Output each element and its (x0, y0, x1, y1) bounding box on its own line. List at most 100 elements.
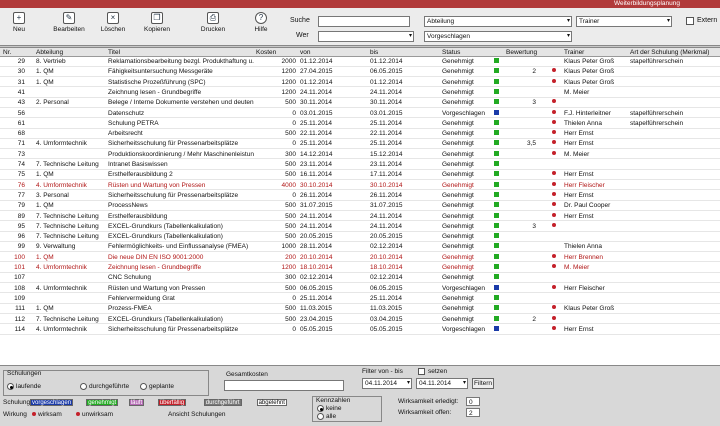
chevron-down-icon: ▾ (566, 33, 570, 39)
cell-bew: 3,5 (526, 140, 536, 148)
cell-nr: 100 (14, 253, 25, 261)
cell-nr: 31 (17, 78, 25, 86)
table-row[interactable]: 43 2. Personal Belege / Interne Dokumente … (0, 99, 720, 108)
table-row[interactable]: 112 7. Technische Leitung EXCEL-Grundkurs … (0, 315, 720, 325)
table-row[interactable]: 41 Zeichnung lesen - Grundbegriffe 1200 24.… (0, 88, 720, 98)
status-color-square (494, 181, 499, 187)
cell-von: 20.10.2014 (300, 253, 333, 261)
trainer-select[interactable]: Trainer ▾ (576, 16, 672, 27)
cell-status: Genehmigt (442, 58, 474, 65)
table-row[interactable]: 109 Fehlervermeidung Grat 0 25.11.2014 25.11… (0, 294, 720, 304)
kpi-radio-all[interactable] (317, 413, 324, 420)
col-header-art[interactable]: Art der Schulung (Merkmal) (630, 48, 709, 57)
table-row[interactable]: 31 1. QM Statistische Prozeßführung (SPC) 1… (0, 78, 720, 88)
cell-bis: 05.05.2015 (370, 325, 403, 333)
effectiveness-done-label: Wirksamkeit erledigt: (398, 398, 459, 405)
ineffective-dot (76, 412, 80, 416)
effect-dot-icon (552, 140, 556, 145)
cell-status: Genehmigt (442, 171, 474, 179)
cell-titel: Ersthelferausbildung (108, 212, 168, 220)
cell-kosten: 300 (285, 150, 296, 158)
table-row[interactable]: 77 3. Personal Sicherheitsschulung für Pre… (0, 191, 720, 201)
help-icon: ? (255, 12, 267, 24)
col-header-trainer[interactable]: Trainer (564, 48, 584, 57)
table-row[interactable]: 96 7. Technische Leitung EXCEL-Grundkurs (… (0, 233, 720, 242)
table-row[interactable]: 108 4. Umformtechnik Rüsten und Wartung vo… (0, 284, 720, 294)
col-header-nr[interactable]: Nr. (3, 48, 11, 57)
filter-button[interactable]: Filtern (472, 378, 494, 389)
filter-from-date[interactable]: 04.11.2014 ▾ (362, 378, 412, 389)
cell-bis: 30.10.2014 (370, 181, 403, 189)
cell-von: 11.03.2015 (300, 305, 333, 313)
table-row[interactable]: 100 1. QM Die neue DIN EN ISO 9001:2000 200… (0, 253, 720, 263)
cell-bis: 11.03.2015 (370, 305, 403, 313)
cell-status: Genehmigt (442, 78, 474, 86)
effect-dot-icon (552, 130, 556, 135)
new-button[interactable]: + Neu (2, 12, 36, 42)
table-row[interactable]: 71 4. Umformtechnik Sicherheitsschulung fü… (0, 140, 720, 150)
edit-button[interactable]: ✎ Bearbeiten (52, 12, 86, 42)
extern-checkbox[interactable] (686, 17, 694, 25)
chevron-down-icon: ▾ (666, 18, 670, 24)
table-row[interactable]: 75 1. QM Ersthelferausbildung 2 500 16.11.20… (0, 171, 720, 181)
radio-geplante[interactable] (140, 383, 147, 390)
table-row[interactable]: 79 1. QM ProcessNews 500 31.07.2015 31.07.201… (0, 202, 720, 211)
effect-dot-icon (552, 68, 556, 73)
status-select[interactable]: Vorgeschlagen ▾ (424, 31, 572, 42)
who-select[interactable]: ▾ (318, 31, 414, 42)
cell-von: 03.01.2015 (300, 109, 333, 117)
table-row[interactable]: 101 4. Umformtechnik Zeichnung lesen - Gru… (0, 264, 720, 273)
table-row[interactable]: 95 7. Technische Leitung EXCEL-Grundkurs (… (0, 222, 720, 232)
table-row[interactable]: 68 Arbeitsrecht 500 22.11.2014 22.11.2014 Gen… (0, 130, 720, 139)
filter-set-checkbox[interactable] (418, 368, 425, 375)
table-row[interactable]: 30 1. QM Fähigkeitsuntersuchung Messgeräte… (0, 68, 720, 78)
cell-trainer: Herr Ernst (564, 212, 594, 220)
cell-von: 23.04.2015 (300, 315, 333, 323)
cell-kosten: 500 (285, 171, 296, 179)
filter-to-date[interactable]: 04.11.2014 ▾ (416, 378, 468, 389)
col-header-bis[interactable]: bis (370, 48, 378, 57)
table-row[interactable]: 107 CNC Schulung 300 02.12.2014 02.12.2014 Ge… (0, 274, 720, 284)
cell-trainer: Klaus Peter Groß (564, 58, 615, 65)
cell-status: Vorgeschlagen (442, 109, 486, 117)
edit-icon: ✎ (63, 12, 75, 24)
col-header-titel[interactable]: Titel (108, 48, 120, 57)
cell-kosten: 0 (292, 325, 296, 333)
radio-laufende[interactable] (7, 383, 14, 390)
cell-art: stapelführerschein (630, 119, 684, 127)
table-row[interactable]: 89 7. Technische Leitung Ersthelferausbild… (0, 212, 720, 222)
table-row[interactable]: 99 9. Verwaltung Fehlermöglichkeits- und E… (0, 243, 720, 253)
cell-von: 18.10.2014 (300, 264, 333, 271)
col-header-bewertung[interactable]: Bewertung (506, 48, 537, 57)
cell-status: Genehmigt (442, 212, 474, 220)
table-row[interactable]: 73 Produktionskoordinierung / Mehr Maschi… (0, 150, 720, 160)
kpi-radio-none[interactable] (317, 405, 324, 412)
status-color-square (494, 212, 499, 218)
delete-button[interactable]: × Löschen (96, 12, 130, 42)
col-header-abteilung[interactable]: Abteilung (36, 48, 63, 57)
col-header-status[interactable]: Status (442, 48, 460, 57)
cell-kosten: 500 (285, 233, 296, 241)
cell-abt: 1. QM (36, 171, 54, 179)
table-row[interactable]: 29 8. Vertrieb Reklamationsbearbeitung bez… (0, 58, 720, 67)
table-row[interactable]: 76 4. Umformtechnik Rüsten und Wartung von… (0, 181, 720, 191)
copy-button[interactable]: ❐ Kopieren (140, 12, 174, 42)
delete-button-label: Löschen (100, 26, 126, 33)
department-select[interactable]: Abteilung ▾ (424, 16, 572, 27)
cell-bis: 17.11.2014 (370, 171, 403, 179)
table-row[interactable]: 114 4. Umformtechnik Sicherheitsschulung f… (0, 325, 720, 335)
cell-abt: 7. Technische Leitung (36, 212, 99, 220)
trainings-filter-group: Schulungen laufende durchgeführte geplan… (3, 370, 209, 396)
col-header-kosten[interactable]: Kosten (256, 48, 276, 57)
table-row[interactable]: 74 7. Technische Leitung Intranet Basiswis… (0, 161, 720, 170)
table-row[interactable]: 61 Schulung PETRA 0 25.11.2014 25.11.2014 Gen… (0, 119, 720, 129)
table-row[interactable]: 56 Datenschutz 0 03.01.2015 03.01.2015 Vorges… (0, 109, 720, 119)
radio-durchgefuehrte[interactable] (80, 383, 87, 390)
col-header-von[interactable]: von (300, 48, 310, 57)
print-button[interactable]: ⎙ Drucken (196, 12, 230, 42)
search-input[interactable] (318, 16, 410, 27)
table-row[interactable]: 111 1. QM Prozess-FMEA 500 11.03.2015 11.03.2… (0, 305, 720, 314)
cell-kosten: 1000 (281, 243, 296, 251)
help-button[interactable]: ? Hilfe (244, 12, 278, 42)
cell-titel: Rüsten und Wartung von Pressen (108, 284, 206, 292)
